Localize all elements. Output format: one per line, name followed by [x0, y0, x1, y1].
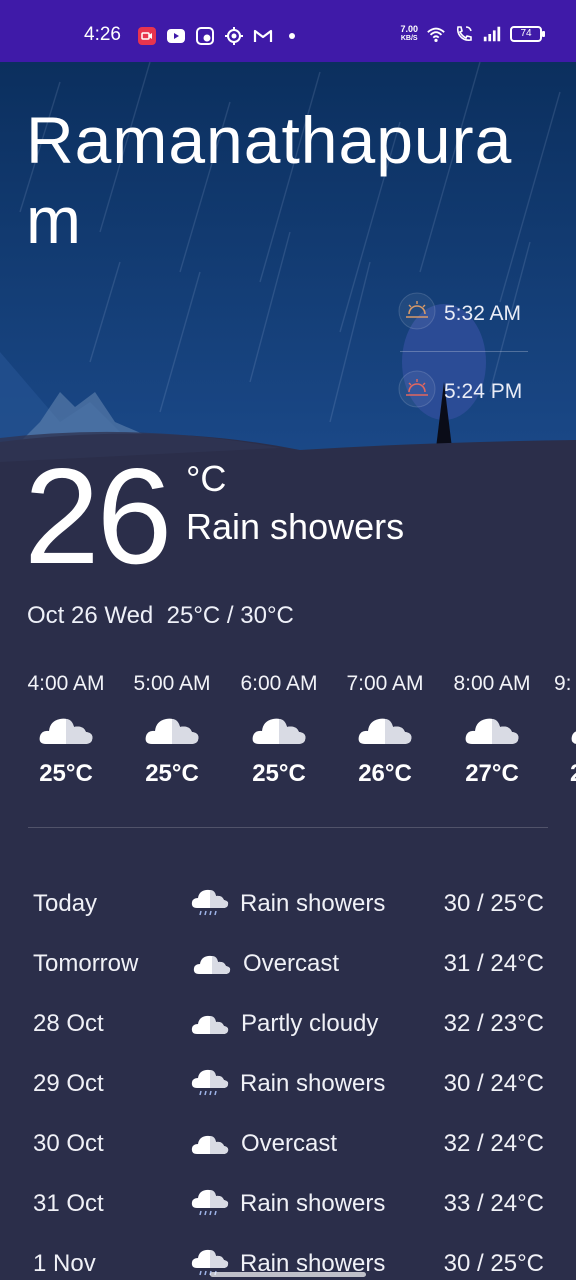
wifi-calling-icon — [454, 24, 474, 44]
day-label: 29 Oct — [33, 1070, 104, 1097]
current-condition: Rain showers — [186, 506, 405, 547]
current-temperature: 26 — [24, 440, 172, 592]
sunrise-icon — [398, 292, 436, 335]
daily-row[interactable]: Tomorrow Overcast 31 / 24°C — [0, 940, 576, 990]
day-label: 30 Oct — [33, 1130, 104, 1157]
hourly-item: 9: 2 — [548, 672, 576, 788]
hour-temp: 26°C — [358, 760, 412, 787]
cloud-icon — [249, 710, 309, 750]
hourly-item: 8:00 AM 27°C — [442, 672, 542, 788]
rain-cloud-icon — [190, 1186, 230, 1220]
day-label: 28 Oct — [33, 1010, 104, 1037]
day-label: Tomorrow — [33, 950, 139, 977]
daily-row[interactable]: 28 Oct Partly cloudy 32 / 23°C — [0, 1000, 576, 1050]
wifi-icon — [426, 24, 446, 44]
gmail-icon — [253, 26, 273, 46]
hour-time: 5:00 AM — [133, 672, 211, 695]
daily-row[interactable]: 31 Oct Rain showers 33 / 24°C — [0, 1180, 576, 1230]
hourly-forecast[interactable]: 4:00 AM 25°C 5:00 AM 25°C 6:00 AM 25°C 7… — [0, 672, 576, 802]
cloud-icon — [190, 1126, 230, 1160]
rain-cloud-icon — [190, 886, 230, 920]
day-condition: Partly cloudy — [241, 1010, 379, 1037]
notification-icons — [137, 26, 302, 46]
current-date: Oct 26 Wed — [27, 602, 154, 629]
hourly-item: 5:00 AM 25°C — [122, 672, 222, 788]
screen-record-icon — [137, 26, 157, 46]
signal-icon — [482, 24, 502, 44]
net-speed: 7.00 KB/S — [400, 25, 418, 43]
location-icon — [224, 26, 244, 46]
hourly-item: 7:00 AM 26°C — [335, 672, 435, 788]
sunset-time: 5:24 PM — [444, 379, 523, 403]
sunrise-row: 5:32 AM — [398, 292, 521, 335]
day-condition: Overcast — [241, 1130, 338, 1157]
city-name: Ramanathapuram — [26, 103, 513, 257]
rain-cloud-icon — [190, 1066, 230, 1100]
hour-time: 9: — [554, 672, 572, 695]
sunset-row: 5:24 PM — [398, 370, 522, 413]
sunrise-time: 5:32 AM — [444, 301, 522, 325]
day-temps: 32 / 24°C — [443, 1130, 544, 1157]
status-time: 4:26 — [84, 24, 121, 45]
daily-row[interactable]: 29 Oct Rain showers 30 / 24°C — [0, 1060, 576, 1110]
temp-range: 25°C / 30°C — [166, 602, 294, 629]
status-bar: 4:26 7.00 KB/S 74 — [0, 0, 576, 62]
daily-row[interactable]: Today Rain showers 30 / 25°C — [0, 880, 576, 930]
dot-icon — [282, 26, 302, 46]
day-temps: 30 / 25°C — [443, 890, 544, 917]
cloud-icon — [190, 1006, 230, 1040]
cloud-icon — [142, 710, 202, 750]
hour-time: 8:00 AM — [453, 672, 531, 695]
sunset-icon — [398, 370, 436, 413]
day-temps: 30 / 24°C — [443, 1070, 544, 1097]
cloud-icon — [568, 710, 576, 750]
hour-temp: 25°C — [39, 760, 93, 787]
day-condition: Rain showers — [240, 890, 386, 917]
net-speed-value: 7.00 — [400, 24, 418, 34]
hourly-item: 4:00 AM 25°C — [16, 672, 116, 788]
net-speed-unit: KB/S — [400, 35, 418, 42]
home-indicator[interactable] — [210, 1272, 366, 1277]
daily-row[interactable]: 30 Oct Overcast 32 / 24°C — [0, 1120, 576, 1170]
cloud-icon — [36, 710, 96, 750]
hour-temp: 25°C — [145, 760, 199, 787]
section-divider — [28, 827, 548, 828]
hour-temp: 25°C — [252, 760, 306, 787]
day-label: 31 Oct — [33, 1190, 104, 1217]
hourly-item: 6:00 AM 25°C — [229, 672, 329, 788]
sun-divider — [400, 351, 528, 352]
day-label: Today — [33, 890, 98, 917]
hour-temp: 2 — [548, 760, 576, 788]
day-condition: Overcast — [243, 950, 340, 977]
youtube-icon — [166, 26, 186, 46]
system-icons: 7.00 KB/S 74 — [400, 24, 545, 44]
day-temps: 33 / 24°C — [443, 1190, 544, 1217]
hour-time: 7:00 AM — [346, 672, 424, 695]
day-label: 1 Nov — [33, 1250, 96, 1277]
day-temps: 31 / 24°C — [443, 950, 544, 977]
day-condition: Rain showers — [240, 1070, 386, 1097]
date-and-range: Oct 26 Wed 25°C / 30°C — [27, 602, 294, 630]
hour-time: 6:00 AM — [240, 672, 318, 695]
day-temps: 32 / 23°C — [443, 1010, 544, 1037]
temperature-unit: °C — [186, 458, 227, 499]
day-temps: 30 / 25°C — [443, 1250, 544, 1277]
cloud-icon — [462, 710, 522, 750]
day-condition: Rain showers — [240, 1190, 386, 1217]
cloud-icon — [192, 946, 232, 980]
cloud-icon — [355, 710, 415, 750]
hour-time: 4:00 AM — [27, 672, 105, 695]
camera-app-icon — [195, 26, 215, 46]
battery-icon: 74 — [510, 26, 545, 42]
hour-temp: 27°C — [465, 760, 519, 787]
